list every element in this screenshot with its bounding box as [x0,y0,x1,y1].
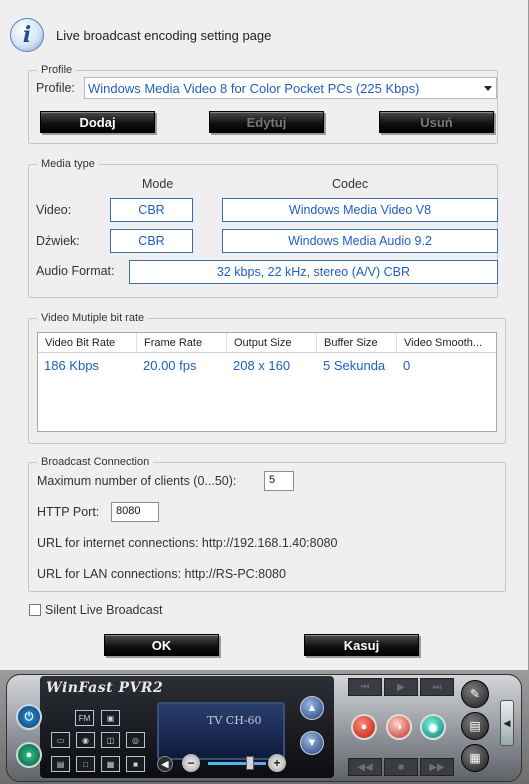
cell-video-smoothness: 0 [403,358,411,373]
info-icon: i [10,18,44,52]
cancel-button[interactable]: Kasuj [304,634,419,656]
fullscreen-icon[interactable]: ■ [126,756,145,772]
mute-icon[interactable]: ◀ [157,756,173,772]
media-type-legend: Media type [41,158,95,170]
http-port-label: HTTP Port: [37,505,100,519]
channel-display-text: TV CH-60 [207,714,262,727]
volume-slider-thumb[interactable] [246,756,254,770]
ok-button[interactable]: OK [104,634,219,656]
volume-down-icon[interactable]: − [182,754,200,772]
rewind-icon[interactable]: ◀◀ [348,758,382,776]
profile-legend: Profile [41,64,73,76]
max-clients-input[interactable]: 5 [264,471,294,491]
volume-slider-track[interactable] [208,762,266,765]
fm-button[interactable]: FM [75,710,94,726]
forward-icon[interactable]: ▶▶ [420,758,454,776]
lan-url-text: URL for LAN connections: http://RS-PC:80… [37,567,286,581]
broadcast-legend: Broadcast Connection [41,456,150,468]
channel-down-icon[interactable]: ▼ [300,731,324,755]
mode-column-header: Mode [142,177,174,191]
schedule-icon[interactable]: ▤ [461,712,489,740]
cell-output-size: 208 x 160 [233,358,291,373]
capture-icon[interactable]: ◫ [101,732,120,748]
video-codec-field: Windows Media Video V8 [222,198,498,222]
bitrate-table[interactable]: Video Bit Rate Frame Rate Output Size Bu… [37,332,497,432]
max-clients-label: Maximum number of clients (0...50): [37,474,237,488]
col-video-bit-rate[interactable]: Video Bit Rate [38,333,137,352]
delete-profile-button[interactable]: Usuń [379,111,494,133]
add-profile-button[interactable]: Dodaj [40,111,155,133]
dialog-header: i Live broadcast encoding setting page [10,18,271,52]
profile-label: Profile: [36,81,75,95]
layout-icon[interactable]: ▦ [101,756,120,772]
record-mode-icon[interactable]: ● [16,742,42,768]
col-video-smoothness[interactable]: Video Smooth... [397,333,496,352]
volume-up-icon[interactable]: + [268,754,286,772]
record-icon[interactable]: ● [351,714,377,740]
table-row[interactable]: 186 Kbps 20.00 fps 208 x 160 5 Sekunda 0 [38,353,496,375]
col-frame-rate[interactable]: Frame Rate [137,333,227,352]
silent-broadcast-label[interactable]: Silent Live Broadcast [45,603,162,617]
channel-up-icon[interactable]: ▲ [300,696,324,720]
dialog-title: Live broadcast encoding setting page [56,27,272,43]
audio-mode-field: CBR [110,229,193,253]
audio-format-field: 32 kbps, 22 kHz, stereo (A/V) CBR [129,260,498,284]
settings-wrench-icon[interactable]: ✎ [461,680,489,708]
keypad-icon[interactable]: ▦ [461,744,489,772]
video-label: Video: [36,203,72,217]
pvr-logo: WinFast PVR2 [46,680,164,696]
cell-buffer-size: 5 Sekunda [323,358,386,373]
power-icon[interactable]: ⏻ [16,704,42,730]
timeshift-icon[interactable]: ◑ [386,714,412,740]
silent-broadcast-checkbox[interactable] [29,604,41,616]
chevron-down-icon[interactable] [484,86,492,91]
video-mode-field: CBR [110,198,193,222]
folder-icon[interactable]: ▭ [51,732,70,748]
codec-column-header: Codec [332,177,369,191]
eye-icon[interactable]: ◎ [126,732,145,748]
cell-bit-rate: 186 Kbps [44,358,99,373]
bitrate-table-header: Video Bit Rate Frame Rate Output Size Bu… [38,333,496,353]
next-icon[interactable]: ⏭ [420,678,454,696]
live-icon[interactable]: ◉ [420,714,446,740]
window-icon[interactable]: □ [76,756,95,772]
audio-format-label: Audio Format: [36,264,115,278]
stop-icon[interactable]: ■ [384,758,418,776]
encoding-settings-dialog: i Live broadcast encoding setting page P… [0,0,529,670]
prev-icon[interactable]: ⏮ [348,678,382,696]
audio-codec-field: Windows Media Audio 9.2 [222,229,498,253]
edit-profile-button[interactable]: Edytuj [209,111,324,133]
audio-label: Dźwiek: [36,234,80,248]
internet-url-text: URL for internet connections: http://192… [37,536,338,550]
camera-icon[interactable]: ◉ [76,732,95,748]
play-icon[interactable]: ▶ [384,678,418,696]
profile-select-value: Windows Media Video 8 for Color Pocket P… [88,80,420,96]
profile-select[interactable]: Windows Media Video 8 for Color Pocket P… [84,77,497,99]
tv-icon[interactable]: ▣ [101,710,120,726]
channel-display [157,702,285,760]
col-buffer-size[interactable]: Buffer Size [317,333,397,352]
pip-icon[interactable]: ▤ [51,756,70,772]
collapse-tab-icon[interactable]: ◀ [500,700,514,746]
http-port-input[interactable]: 8080 [111,502,159,522]
cell-frame-rate: 20.00 fps [143,358,197,373]
bitrate-legend: Video Mutiple bit rate [41,312,145,324]
col-output-size[interactable]: Output Size [227,333,317,352]
